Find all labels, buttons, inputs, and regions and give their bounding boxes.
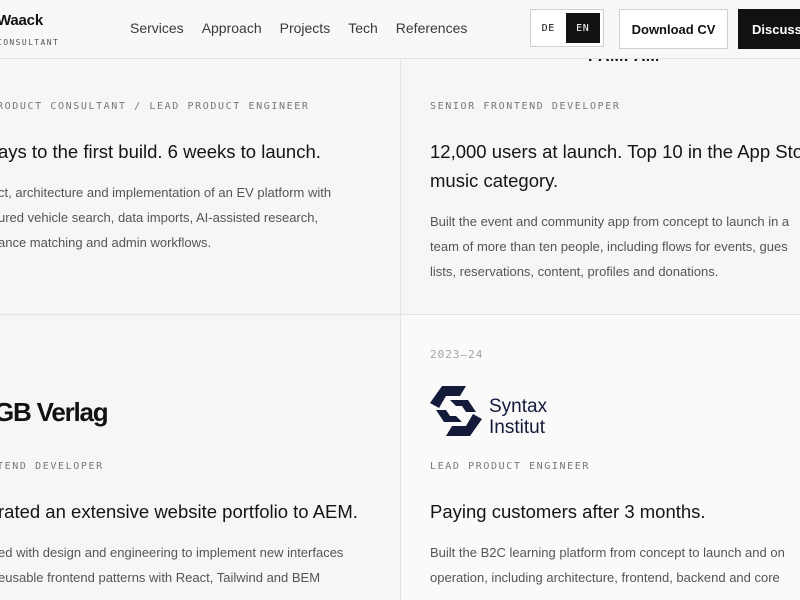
project-description-line: eusable frontend patterns with React, Ta…: [0, 570, 321, 585]
project-headline: rated an extensive website portfolio to …: [0, 501, 358, 522]
main-nav: Services Approach Projects Tech Referenc…: [130, 20, 467, 36]
project-description-line: ance matching and admin workflows.: [0, 235, 212, 250]
grid-divider-vertical: [400, 58, 401, 600]
project-year: 2023–24: [430, 348, 484, 361]
project-headline: Paying customers after 3 months.: [430, 501, 706, 522]
grid-divider-horizontal: [0, 314, 800, 315]
project-description-line: Built the B2C learning platform from con…: [430, 545, 785, 560]
gb-verlag-logo: GB Verlag: [0, 397, 109, 427]
project-role: LEAD PRODUCT ENGINEER: [430, 461, 591, 472]
brand-name[interactable]: Waack: [0, 12, 43, 29]
syntax-logo-line: Syntax: [489, 396, 548, 417]
nav-services[interactable]: Services: [130, 20, 184, 36]
project-description-line: operation, including architecture, front…: [430, 570, 780, 585]
discuss-button[interactable]: Discuss: [738, 9, 800, 49]
project-headline: music category.: [430, 170, 559, 191]
nav-tech[interactable]: Tech: [348, 20, 378, 36]
institut-logo-line: Institut: [489, 417, 545, 438]
project-role: SENIOR FRONTEND DEVELOPER: [430, 101, 621, 112]
download-cv-button[interactable]: Download CV: [619, 9, 728, 49]
nav-references[interactable]: References: [396, 20, 468, 36]
project-headline: 12,000 users at launch. Top 10 in the Ap…: [430, 141, 800, 162]
syntax-institut-logo-text: Syntax Institut: [489, 396, 547, 438]
nav-approach[interactable]: Approach: [202, 20, 262, 36]
site-header: Waack CONSULTANT Services Approach Proje…: [0, 0, 800, 59]
lang-en-button[interactable]: EN: [565, 13, 600, 43]
project-description-line: ct, architecture and implementation of a…: [0, 185, 332, 200]
project-role: RODUCT CONSULTANT / LEAD PRODUCT ENGINEE…: [0, 101, 310, 112]
project-description-line: Built the event and community app from c…: [430, 214, 790, 229]
project-headline: ays to the first build. 6 weeks to launc…: [0, 141, 321, 162]
project-description-line: ed with design and engineering to implem…: [0, 545, 344, 560]
nav-projects[interactable]: Projects: [280, 20, 331, 36]
project-description-line: lists, reservations, content, profiles a…: [430, 264, 719, 279]
brand-subtitle: CONSULTANT: [0, 38, 60, 47]
language-switcher: DE EN: [530, 9, 604, 47]
project-description-line: ured vehicle search, data imports, AI-as…: [0, 210, 319, 225]
project-role: TEND DEVELOPER: [0, 461, 104, 472]
project-description-line: team of more than ten people, including …: [430, 239, 788, 254]
lang-de-button[interactable]: DE: [531, 10, 566, 46]
syntax-institut-logo-icon: [430, 386, 482, 441]
